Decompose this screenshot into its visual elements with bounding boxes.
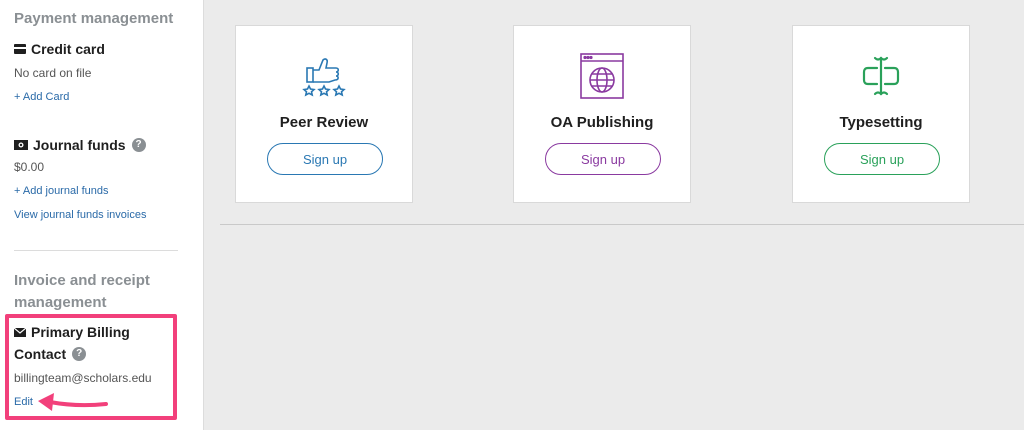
sidebar-divider [14,250,178,251]
invoice-management-heading-line2: management [14,294,107,311]
thumbs-up-stars-icon [236,52,412,102]
journal-funds-amount: $0.00 [14,160,45,174]
credit-card-heading: Credit card [14,38,105,60]
add-journal-funds-link[interactable]: + Add journal funds [14,185,109,197]
view-invoices-link[interactable]: View journal funds invoices [14,209,146,221]
card-typesetting: Typesetting Sign up [792,25,970,203]
money-icon [14,140,28,150]
typesetting-icon [793,52,969,102]
card-peer-review: Peer Review Sign up [235,25,413,203]
add-card-link[interactable]: + Add Card [14,91,69,103]
credit-card-status: No card on file [14,66,92,80]
content-divider [220,224,1024,225]
annotation-arrow [38,393,108,411]
service-name: Typesetting [839,114,923,131]
journal-funds-heading: Journal funds ? [14,134,146,156]
service-name: Peer Review [279,114,369,131]
journal-funds-title: Journal funds [33,137,126,153]
oa-publishing-sign-up-button[interactable]: Sign up [545,143,661,175]
help-icon[interactable]: ? [131,138,146,152]
globe-browser-icon [514,52,690,102]
card-oa-publishing: OA Publishing Sign up [513,25,691,203]
credit-card-title: Credit card [31,41,105,57]
invoice-management-heading-line1: Invoice and receipt [14,272,150,289]
typesetting-sign-up-button[interactable]: Sign up [824,143,940,175]
service-name: OA Publishing [550,114,654,131]
peer-review-sign-up-button[interactable]: Sign up [267,143,383,175]
credit-card-icon [14,44,26,54]
payment-management-heading: Payment management [14,10,174,27]
